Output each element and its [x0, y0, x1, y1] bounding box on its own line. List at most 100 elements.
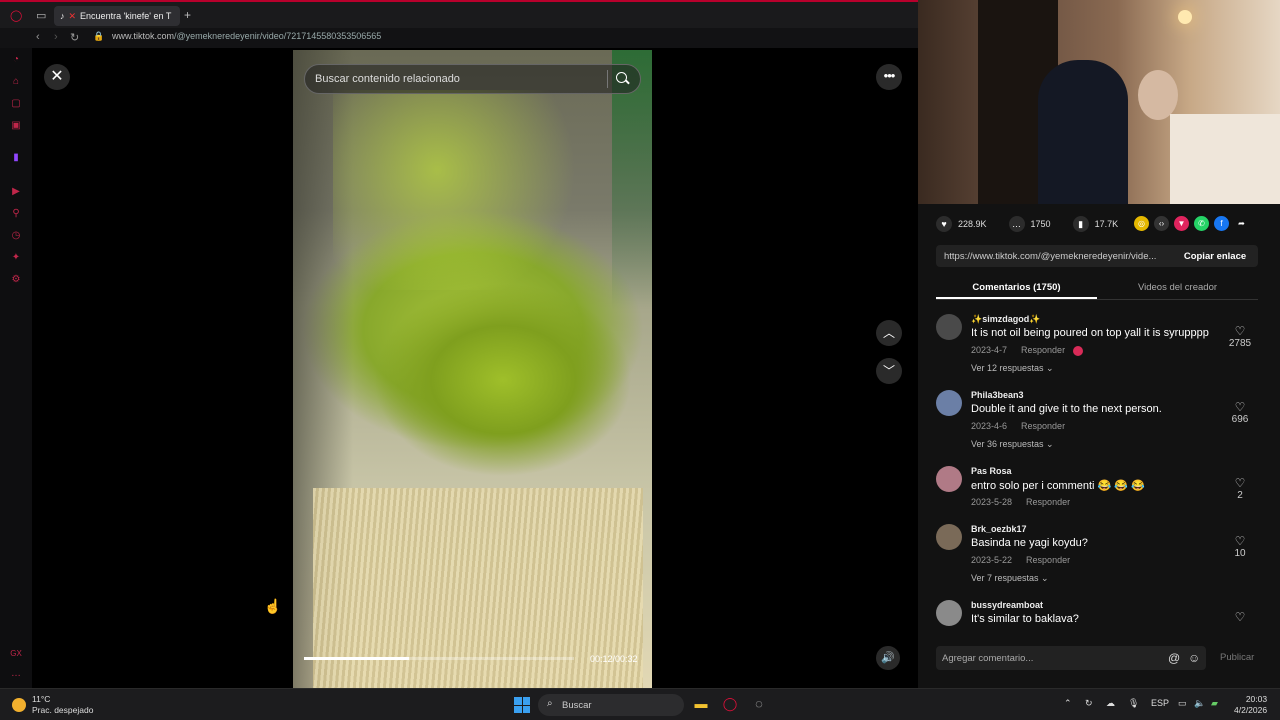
- heart-outline-icon[interactable]: ♡: [1230, 534, 1250, 548]
- bookmark-icon[interactable]: ▮: [1072, 216, 1089, 232]
- player-icon[interactable]: ▶: [10, 186, 22, 198]
- emoji-icon[interactable]: ☺: [1188, 651, 1200, 665]
- share-arrow-icon[interactable]: ➦: [1234, 216, 1249, 231]
- mention-icon[interactable]: @: [1168, 651, 1180, 665]
- comment-list[interactable]: ✨simzdagod✨ It is not oil being poured o…: [936, 314, 1266, 630]
- more-icon[interactable]: …: [10, 668, 22, 680]
- heart-outline-icon[interactable]: ♡: [1230, 324, 1250, 338]
- related-search-input[interactable]: Buscar contenido relacionado: [304, 64, 641, 94]
- history-icon[interactable]: ◷: [10, 230, 22, 242]
- heart-outline-icon[interactable]: ♡: [1230, 400, 1250, 414]
- avatar[interactable]: [936, 466, 962, 492]
- video-progress-bar[interactable]: [304, 657, 574, 660]
- comment-text: Double it and give it to the next person…: [971, 403, 1162, 415]
- avatar[interactable]: [936, 600, 962, 626]
- comment-icon[interactable]: …: [1008, 216, 1025, 232]
- comment-likes: 696: [1231, 414, 1249, 425]
- ellipsis-icon: •••: [883, 68, 896, 83]
- reply-button[interactable]: Responder: [1021, 421, 1065, 431]
- share-link-box: https://www.tiktok.com/@yemekneredeyenir…: [936, 245, 1258, 267]
- search-icon[interactable]: [616, 72, 630, 86]
- embed-icon[interactable]: ‹›: [1154, 216, 1169, 231]
- next-video-button[interactable]: ﹀: [876, 358, 902, 384]
- tab-title: Encuentra 'kinefe' en T: [80, 11, 172, 21]
- opera-gx-icon[interactable]: ◯: [721, 695, 739, 713]
- comment-text: It is not oil being poured on top yall i…: [971, 327, 1209, 339]
- video-viewer: ✕ Buscar contenido relacionado ••• ︿ ﹀ 0…: [32, 48, 918, 688]
- address-bar: ‹ › ↻ 🔒 www.tiktok.com/@yemekneredeyenir…: [0, 28, 918, 48]
- network-icon[interactable]: ▭: [1178, 698, 1187, 709]
- file-explorer-icon[interactable]: ▬: [692, 695, 710, 713]
- avatar[interactable]: [936, 390, 962, 416]
- ai-icon[interactable]: ◔: [10, 54, 22, 66]
- reply-button[interactable]: Responder: [1026, 555, 1070, 565]
- taskbar-clock[interactable]: 20:03 4/2/2026: [1234, 694, 1267, 716]
- tray-chevron-icon[interactable]: ⌃: [1064, 698, 1072, 709]
- reply-button[interactable]: Responder: [1026, 497, 1070, 507]
- battery-icon[interactable]: ▰: [1211, 698, 1218, 709]
- comment-username[interactable]: Pas Rosa: [971, 466, 1012, 476]
- messenger-icon[interactable]: ▢: [10, 98, 22, 110]
- weather-widget[interactable]: 11°C Prac. despejado: [12, 694, 93, 716]
- twitch-icon[interactable]: ▮: [10, 152, 22, 164]
- comment-date: 2023-5-22: [971, 555, 1013, 565]
- workspaces-icon[interactable]: ▭: [36, 9, 46, 22]
- mute-icon[interactable]: ✕: [69, 11, 77, 22]
- share-link[interactable]: https://www.tiktok.com/@yemekneredeyenir…: [936, 251, 1172, 262]
- microphone-icon[interactable]: 🎙: [1128, 698, 1139, 709]
- pin-icon[interactable]: ⚲: [10, 208, 22, 220]
- previous-video-button[interactable]: ︿: [876, 320, 902, 346]
- tab-tiktok[interactable]: ♪ ✕ Encuentra 'kinefe' en T: [54, 6, 180, 26]
- app-icon[interactable]: ◌: [750, 695, 768, 713]
- extensions-icon[interactable]: ✦: [10, 252, 22, 264]
- send-icon[interactable]: ▼: [1174, 216, 1189, 231]
- comment-username[interactable]: bussydreamboat: [971, 600, 1043, 610]
- heart-outline-icon[interactable]: ♡: [1230, 610, 1250, 624]
- comment-username[interactable]: Phila3bean3: [971, 390, 1024, 400]
- comment-date: 2023-4-6: [971, 421, 1008, 431]
- video-player[interactable]: [293, 50, 652, 688]
- volume-button[interactable]: 🔊: [876, 646, 900, 670]
- close-button[interactable]: ✕: [44, 64, 70, 90]
- view-replies-button[interactable]: Ver 7 respuestas ⌄: [971, 573, 1049, 584]
- language-indicator[interactable]: ESP: [1151, 698, 1169, 708]
- instagram-icon[interactable]: ▣: [10, 120, 22, 132]
- post-button[interactable]: Publicar: [1220, 652, 1254, 663]
- shopping-icon[interactable]: ⌂: [10, 76, 22, 88]
- volume-icon[interactable]: 🔈: [1194, 698, 1205, 709]
- add-comment-input[interactable]: Agregar comentario... @ ☺: [936, 646, 1206, 670]
- url-field[interactable]: www.tiktok.com/@yemekneredeyenir/video/7…: [112, 31, 381, 41]
- gx-icon[interactable]: GX: [10, 648, 22, 660]
- tab-comments[interactable]: Comentarios (1750): [936, 278, 1097, 299]
- comment-username[interactable]: ✨simzdagod✨: [971, 314, 1040, 325]
- chevron-down-icon: ﹀: [882, 364, 895, 378]
- reload-icon[interactable]: ↻: [70, 31, 79, 44]
- comment-meta: 2023-4-7 Responder: [971, 345, 1084, 356]
- view-replies-button[interactable]: Ver 12 respuestas ⌄: [971, 363, 1054, 374]
- more-options-button[interactable]: •••: [876, 64, 902, 90]
- taskbar-search[interactable]: ⌕ Buscar: [538, 694, 684, 716]
- back-icon[interactable]: ‹: [36, 31, 40, 43]
- sync-icon[interactable]: ↻: [1085, 698, 1093, 709]
- avatar[interactable]: [936, 314, 962, 340]
- speaker-icon: 🔊: [881, 652, 895, 664]
- coin-icon[interactable]: ◎: [1134, 216, 1149, 231]
- cloud-icon[interactable]: ☁: [1106, 698, 1115, 709]
- comment-date: 2023-4-7: [971, 345, 1008, 355]
- tab-creator-videos[interactable]: Videos del creador: [1097, 278, 1258, 299]
- view-replies-button[interactable]: Ver 36 respuestas ⌄: [971, 439, 1054, 450]
- reply-button[interactable]: Responder: [1021, 345, 1065, 355]
- forward-icon[interactable]: ›: [54, 31, 58, 43]
- heart-outline-icon[interactable]: ♡: [1230, 476, 1250, 490]
- whatsapp-icon[interactable]: ✆: [1194, 216, 1209, 231]
- comment-meta: 2023-5-28 Responder: [971, 497, 1070, 507]
- settings-icon[interactable]: ⚙: [10, 274, 22, 286]
- opera-logo-icon[interactable]: ◯: [10, 9, 22, 22]
- avatar[interactable]: [936, 524, 962, 550]
- new-tab-button[interactable]: +: [184, 8, 191, 22]
- copy-link-button[interactable]: Copiar enlace: [1172, 251, 1258, 262]
- comment-username[interactable]: Brk_oezbk17: [971, 524, 1027, 534]
- facebook-icon[interactable]: f: [1214, 216, 1229, 231]
- windows-start-icon[interactable]: [514, 697, 530, 713]
- heart-icon[interactable]: ♥: [936, 216, 952, 232]
